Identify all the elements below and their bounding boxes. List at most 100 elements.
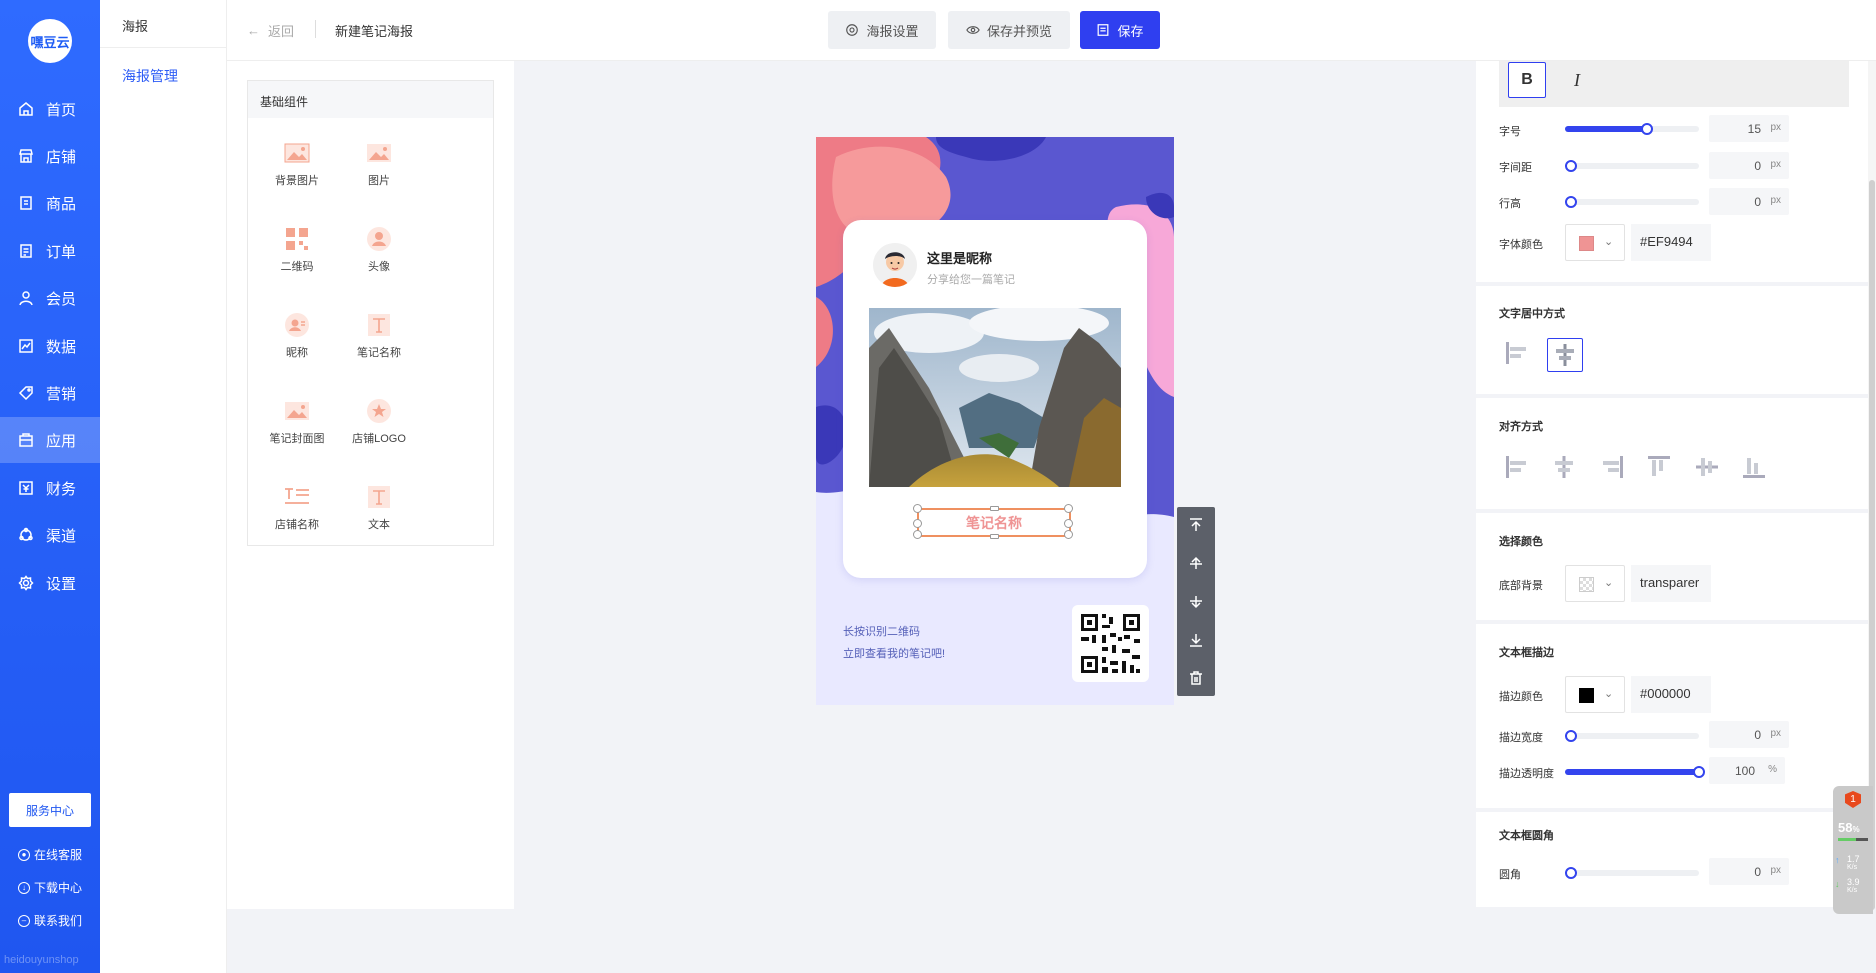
nav-item-channel[interactable]: 渠道 <box>0 512 100 558</box>
line-height-slider[interactable] <box>1565 196 1699 208</box>
poster-subtitle[interactable]: 分享给您一篇笔记 <box>927 271 1015 287</box>
nav-item-settings[interactable]: 设置 <box>0 560 100 606</box>
nav-item-app[interactable]: 应用 <box>0 417 100 463</box>
component-image[interactable]: 图片 <box>339 141 419 211</box>
font-color-picker[interactable]: ⌄ <box>1565 224 1625 261</box>
network-monitor-widget[interactable]: 1 58% ↑ 1.7 K/s ↓ 3.9 K/s <box>1833 786 1873 914</box>
radius-slider[interactable] <box>1565 867 1699 879</box>
font-color-hex[interactable]: #EF9494 <box>1631 224 1711 261</box>
nav-item-shop[interactable]: 店铺 <box>0 133 100 179</box>
avatar[interactable] <box>873 243 917 287</box>
font-size-input[interactable]: 15 px <box>1709 115 1789 142</box>
save-button[interactable]: 保存 <box>1080 11 1160 49</box>
poster-cta-line[interactable]: 立即查看我的笔记吧! <box>843 645 945 661</box>
online-service-link[interactable]: ● 在线客服 <box>18 846 82 863</box>
slider-handle[interactable] <box>1565 196 1577 208</box>
align-top-icon[interactable] <box>1644 452 1674 482</box>
download-center-link[interactable]: ↓ 下载中心 <box>18 879 82 896</box>
move-down-icon[interactable] <box>1188 594 1204 610</box>
resize-handle[interactable] <box>913 504 922 513</box>
send-to-back-icon[interactable] <box>1188 632 1204 648</box>
nav-item-goods[interactable]: 商品 <box>0 180 100 226</box>
font-size-slider[interactable] <box>1565 123 1699 135</box>
poster-cta-line[interactable]: 长按识别二维码 <box>843 623 920 639</box>
line-height-input[interactable]: 0 px <box>1709 188 1789 215</box>
subnav-item-poster-manage[interactable]: 海报管理 <box>122 66 178 86</box>
save-icon <box>1098 24 1109 36</box>
stroke-width-input[interactable]: 0 px <box>1709 721 1789 748</box>
poster-qrcode[interactable] <box>1072 605 1149 682</box>
slider-handle[interactable] <box>1693 766 1705 778</box>
background-color-picker[interactable]: ⌄ <box>1565 565 1625 602</box>
align-left-icon[interactable] <box>1502 338 1532 368</box>
bold-toggle[interactable]: B <box>1508 62 1546 98</box>
poster-nickname[interactable]: 这里是昵称 <box>927 248 992 267</box>
italic-toggle[interactable]: I <box>1558 62 1596 98</box>
align-right-icon[interactable] <box>1597 452 1627 482</box>
component-shop-logo[interactable]: 店铺LOGO <box>339 399 419 469</box>
resize-handle[interactable] <box>1064 530 1073 539</box>
nav-item-member[interactable]: 会员 <box>0 275 100 321</box>
back-button[interactable]: ← 返回 <box>247 21 294 40</box>
radius-input[interactable]: 0 px <box>1709 858 1789 885</box>
eye-icon <box>966 26 980 34</box>
slider-handle[interactable] <box>1565 867 1577 879</box>
move-up-icon[interactable] <box>1188 555 1204 571</box>
resize-handle[interactable] <box>913 530 922 539</box>
resize-handle[interactable] <box>990 506 999 511</box>
background-color-value[interactable]: transparer <box>1631 565 1711 602</box>
resize-handle[interactable] <box>1064 504 1073 513</box>
delete-icon[interactable] <box>1188 670 1204 686</box>
component-text[interactable]: 文本 <box>339 485 419 555</box>
select-color-title: 选择颜色 <box>1499 536 1543 548</box>
channel-icon <box>19 527 33 541</box>
resize-handle[interactable] <box>1064 519 1073 528</box>
slider-handle[interactable] <box>1641 123 1653 135</box>
component-qrcode[interactable]: 二维码 <box>257 227 337 297</box>
component-label: 头像 <box>368 261 390 273</box>
align-hcenter-icon[interactable] <box>1549 452 1579 482</box>
nav-label: 财务 <box>46 480 77 498</box>
component-bg-image[interactable]: 背景图片 <box>257 141 337 211</box>
poster-settings-button[interactable]: 海报设置 <box>828 11 936 49</box>
nav-item-data[interactable]: 数据 <box>0 323 100 369</box>
phone-icon: – <box>18 914 30 927</box>
input-value: 100 <box>1734 764 1755 778</box>
slider-handle[interactable] <box>1565 160 1577 172</box>
align-bottom-icon[interactable] <box>1739 452 1769 482</box>
download-speed: 3.9 <box>1847 877 1860 887</box>
note-name-textbox-selected[interactable]: 笔记名称 <box>913 504 1073 539</box>
nav-item-marketing[interactable]: 营销 <box>0 370 100 416</box>
component-avatar[interactable]: 头像 <box>339 227 419 297</box>
resize-handle[interactable] <box>913 519 922 528</box>
stroke-color-hex[interactable]: #000000 <box>1631 676 1711 713</box>
component-note-cover[interactable]: 笔记封面图 <box>257 399 337 469</box>
letter-spacing-slider[interactable] <box>1565 160 1699 172</box>
bring-to-front-icon[interactable] <box>1188 517 1204 533</box>
slider-handle[interactable] <box>1565 730 1577 742</box>
stroke-opacity-slider[interactable] <box>1565 766 1705 778</box>
component-nickname[interactable]: 昵称 <box>257 313 337 383</box>
letter-spacing-input[interactable]: 0 px <box>1709 152 1789 179</box>
contact-us-link[interactable]: – 联系我们 <box>18 912 82 929</box>
note-cover-image[interactable] <box>869 308 1121 487</box>
align-center-icon[interactable] <box>1547 338 1583 372</box>
user-card-icon <box>283 313 311 337</box>
nav-label: 店铺 <box>46 148 77 166</box>
stroke-width-slider[interactable] <box>1565 730 1699 742</box>
section-divider <box>1476 282 1872 286</box>
stroke-opacity-input[interactable]: 100 % <box>1709 757 1785 784</box>
nav-item-home[interactable]: 首页 <box>0 86 100 132</box>
nav-item-order[interactable]: 订单 <box>0 228 100 274</box>
section-divider <box>1476 620 1872 624</box>
service-center-button[interactable]: 服务中心 <box>9 793 91 827</box>
component-shop-name[interactable]: 店铺名称 <box>257 485 337 555</box>
stroke-color-picker[interactable]: ⌄ <box>1565 676 1625 713</box>
nav-item-finance[interactable]: 财务 <box>0 465 100 511</box>
align-vcenter-icon[interactable] <box>1692 452 1722 482</box>
align-left-icon[interactable] <box>1502 452 1532 482</box>
component-note-name[interactable]: 笔记名称 <box>339 313 419 383</box>
brand-logo[interactable]: 嘿豆云 <box>28 19 72 63</box>
save-preview-button[interactable]: 保存并预览 <box>948 11 1070 49</box>
resize-handle[interactable] <box>990 534 999 539</box>
